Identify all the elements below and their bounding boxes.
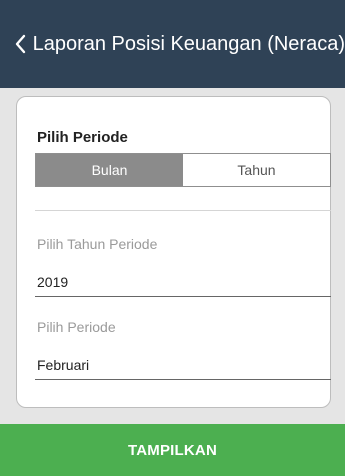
year-field-label: Pilih Tahun Periode: [37, 236, 158, 252]
period-field-label: Pilih Periode: [37, 319, 116, 335]
segment-year[interactable]: Tahun: [183, 154, 330, 186]
period-type-segment: Bulan Tahun: [35, 153, 331, 187]
year-field-underline: [35, 296, 331, 297]
divider: [35, 210, 331, 211]
period-field[interactable]: Februari: [37, 357, 89, 373]
show-button[interactable]: TAMPILKAN: [0, 424, 345, 476]
period-field-underline: [35, 379, 331, 380]
year-field[interactable]: 2019: [37, 274, 68, 290]
segment-month[interactable]: Bulan: [36, 154, 183, 186]
app-bar: Laporan Posisi Keuangan (Neraca): [0, 0, 345, 88]
period-card: Pilih Periode Bulan Tahun Pilih Tahun Pe…: [16, 96, 331, 408]
section-title: Pilih Periode: [37, 129, 128, 146]
chevron-left-icon[interactable]: [12, 33, 29, 55]
page-title: Laporan Posisi Keuangan (Neraca): [32, 32, 345, 55]
